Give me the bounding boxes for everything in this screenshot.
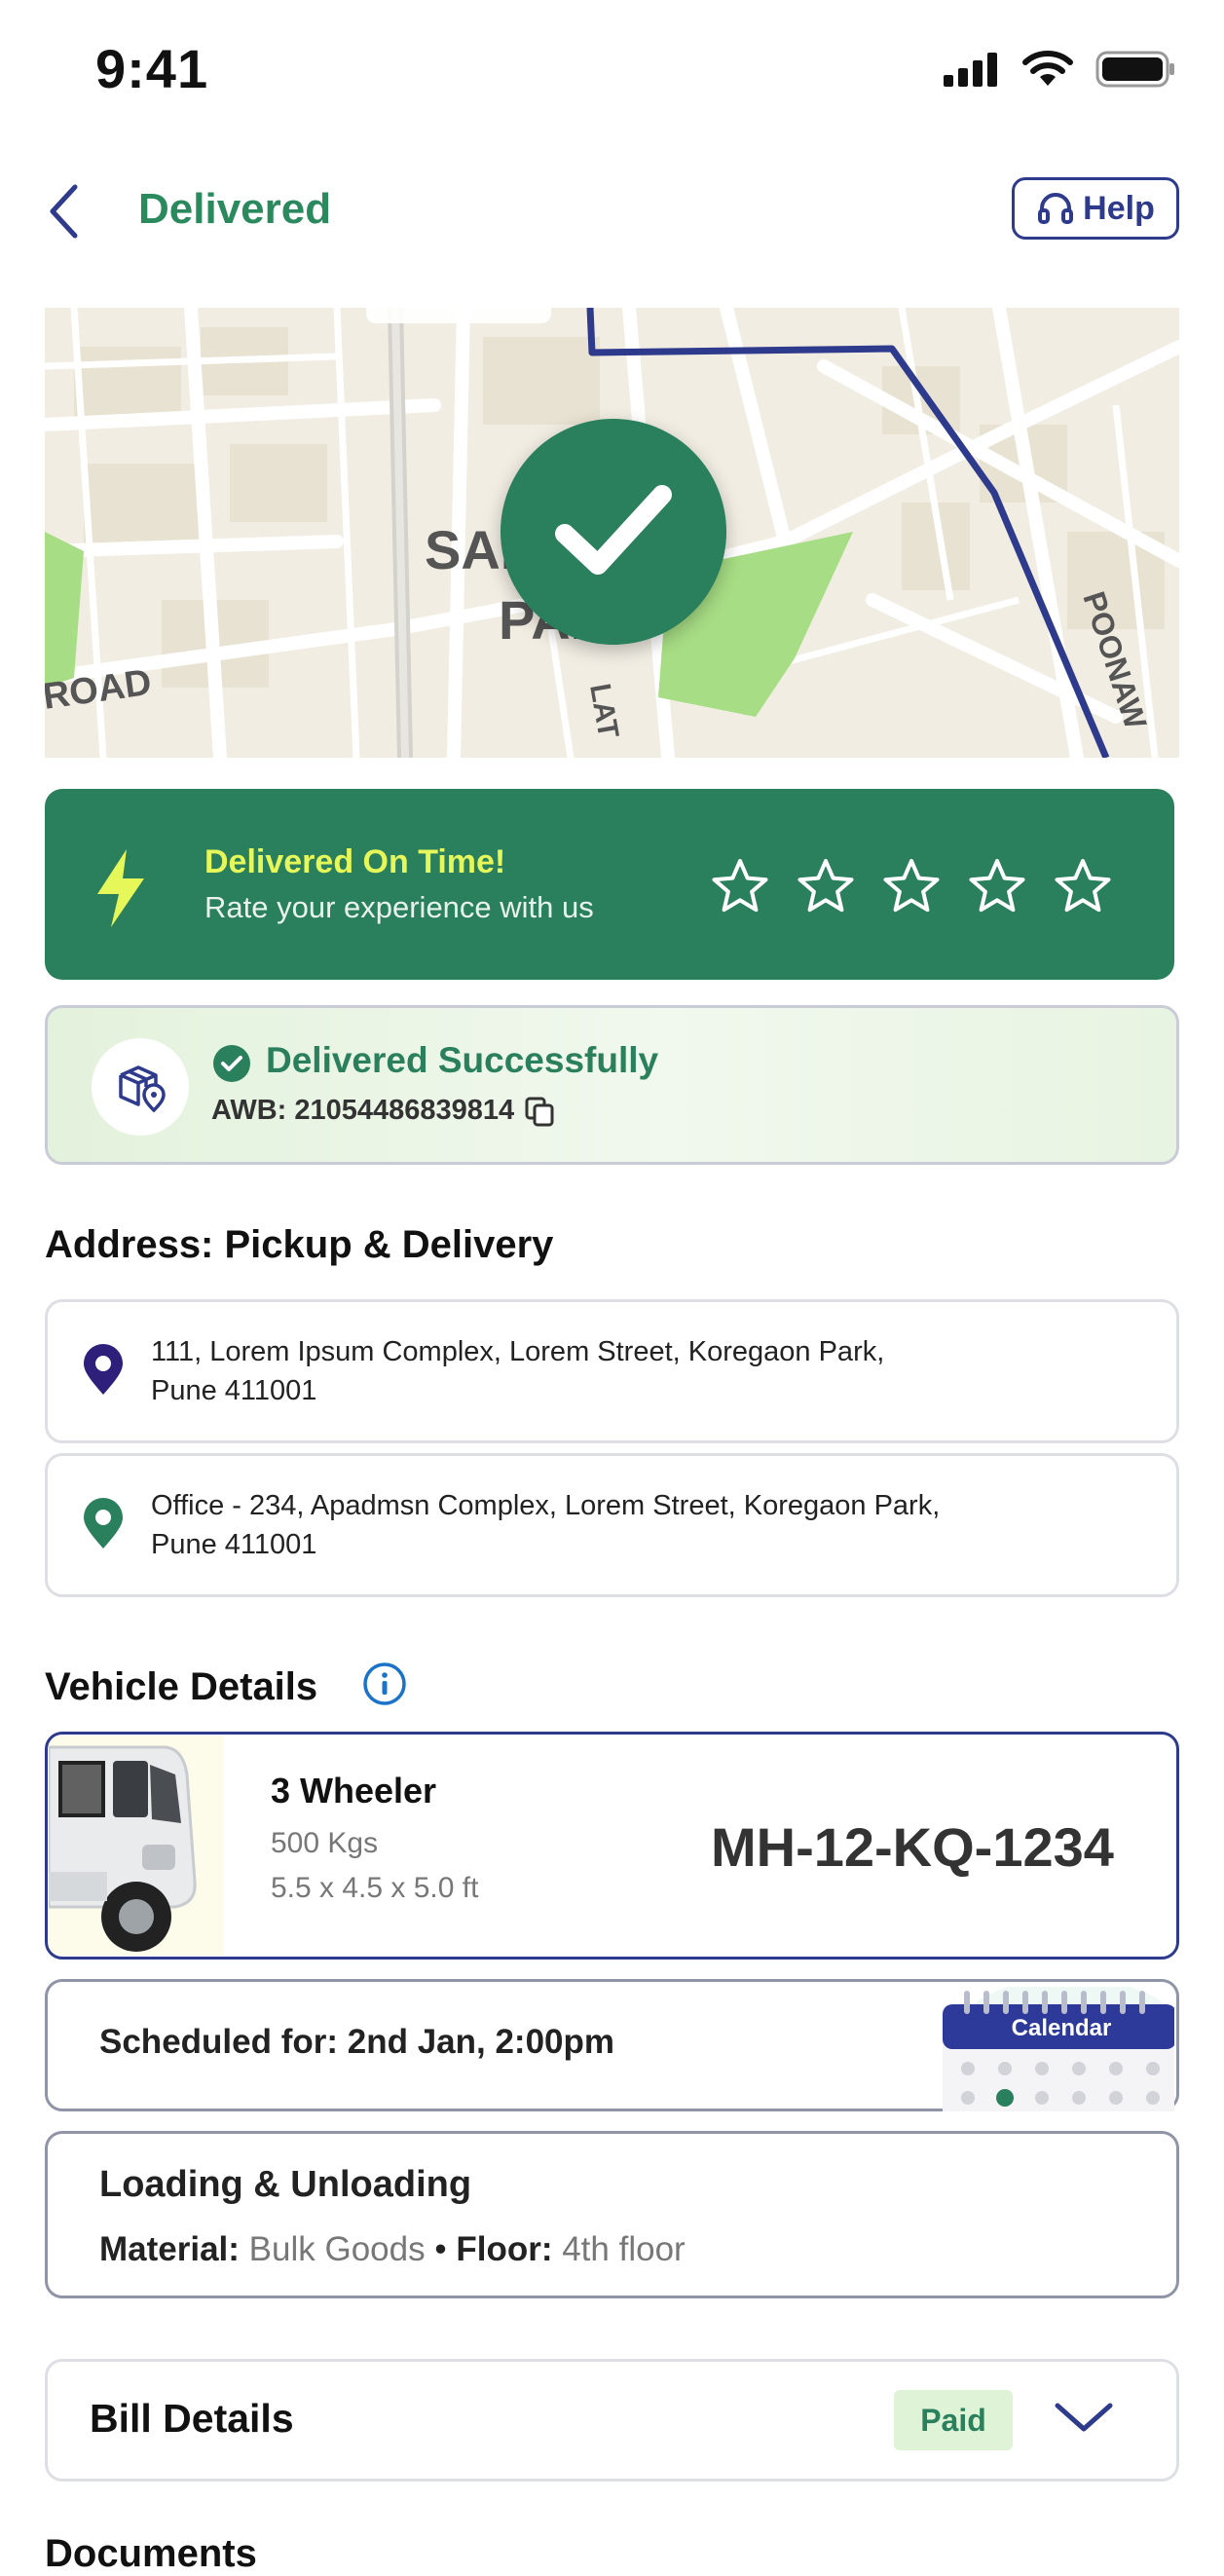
rating-star-3[interactable]: [882, 857, 941, 915]
floor-value: 4th floor: [562, 2230, 686, 2268]
ontime-title: Delivered On Time!: [204, 843, 506, 880]
loading-card: [45, 2131, 1179, 2298]
ontime-subtitle: Rate your experience with us: [204, 890, 594, 924]
wifi-icon: [1022, 51, 1073, 86]
pickup-address-text: 111, Lorem Ipsum Complex, Lorem Street, …: [151, 1336, 885, 1406]
status-time: 9:41: [95, 38, 209, 99]
loading-separator: •: [434, 2230, 447, 2268]
delivery-status-card: [45, 1005, 1179, 1165]
rating-star-1[interactable]: [711, 857, 769, 915]
lightning-icon: [97, 849, 144, 927]
calendar-illustration: Calendar: [943, 1987, 1174, 2111]
three-wheeler-icon: [49, 1736, 224, 1956]
package-icon-badge: [92, 1038, 189, 1136]
calendar-icon: Calendar: [943, 1987, 1174, 2111]
delivered-check-badge: [501, 419, 726, 645]
vehicle-capacity: 500 Kgs: [271, 1827, 379, 1859]
copy-icon[interactable]: [524, 1096, 555, 1127]
info-icon[interactable]: [362, 1661, 407, 1706]
pickup-pin-icon: [84, 1344, 123, 1395]
material-label: Material:: [99, 2230, 240, 2268]
chevron-down-icon[interactable]: [1052, 2398, 1116, 2437]
rating-star-4[interactable]: [968, 857, 1026, 915]
vehicle-image: [49, 1736, 224, 1956]
delivery-pin-icon: [84, 1498, 123, 1549]
floor-label: Floor:: [456, 2230, 553, 2268]
awb-row: AWB: 21054486839814: [211, 1095, 555, 1127]
battery-icon: [1095, 51, 1174, 88]
chevron-left-icon: [50, 184, 78, 239]
calendar-label: Calendar: [1012, 2015, 1112, 2041]
vehicle-name: 3 Wheeler: [271, 1771, 437, 1811]
schedule-text: Scheduled for: 2nd Jan, 2:00pm: [99, 2023, 614, 2061]
rating-star-2[interactable]: [797, 857, 855, 915]
vehicle-section-title: Vehicle Details: [45, 1665, 318, 1708]
delivery-status-title: Delivered Successfully: [266, 1040, 659, 1080]
back-button[interactable]: [39, 177, 88, 245]
page-title: Delivered: [138, 185, 332, 233]
vehicle-dimensions: 5.5 x 4.5 x 5.0 ft: [271, 1872, 479, 1904]
address-section-title: Address: Pickup & Delivery: [45, 1223, 554, 1266]
loading-details: Material: Bulk Goods • Floor: 4th floor: [99, 2230, 686, 2269]
payment-status-badge: Paid: [894, 2390, 1013, 2450]
loading-title: Loading & Unloading: [99, 2164, 472, 2205]
cellular-signal-icon: [944, 53, 997, 87]
headset-icon: [1038, 193, 1074, 224]
package-location-icon: [119, 1065, 166, 1112]
delivery-address-text: Office - 234, Apadmsn Complex, Lorem Str…: [151, 1490, 941, 1560]
checkmark-icon: [555, 485, 672, 575]
vehicle-plate-number: MH-12-KQ-1234: [711, 1816, 1114, 1878]
success-check-icon: [213, 1045, 250, 1082]
awb-value: 21054486839814: [294, 1095, 515, 1126]
rating-star-5[interactable]: [1054, 857, 1112, 915]
awb-label: AWB:: [211, 1095, 287, 1126]
status-icons: [942, 51, 1175, 88]
rating-stars: [711, 857, 1112, 915]
help-label: Help: [1083, 189, 1155, 227]
bill-details-title: Bill Details: [90, 2396, 294, 2441]
help-button[interactable]: Help: [1012, 177, 1179, 240]
documents-section-title: Documents: [45, 2532, 257, 2575]
material-value: Bulk Goods: [248, 2230, 426, 2268]
